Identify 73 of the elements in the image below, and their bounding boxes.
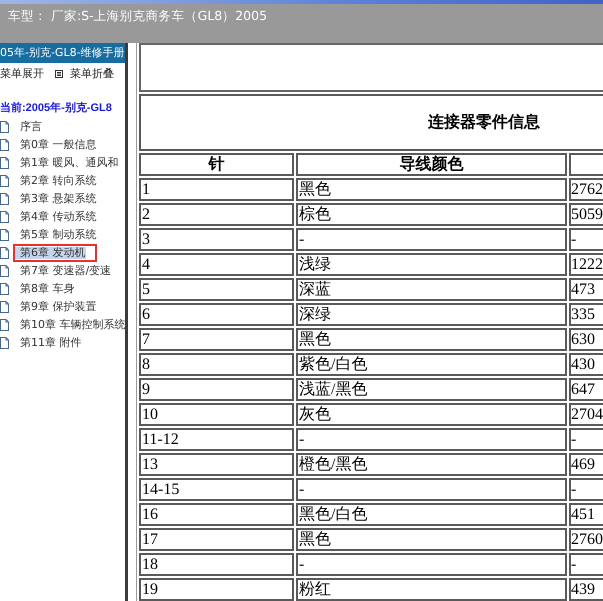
tree-item[interactable]: 第4章 传动系统 <box>13 208 108 226</box>
table-cell: 黑色 <box>296 328 567 351</box>
table-cell: - <box>569 553 603 576</box>
table-cell: 469 <box>569 453 603 476</box>
table-cell: 5059 <box>569 203 603 226</box>
tree-item[interactable]: 第7章 变速器/变速 <box>13 262 122 280</box>
table-cell: 2760 <box>569 528 603 551</box>
tree-item[interactable]: 序言 <box>13 118 53 136</box>
tree-item[interactable]: 第11章 附件 <box>13 334 92 352</box>
table-cell: 3 <box>139 228 294 251</box>
table-cell: 8 <box>139 353 294 376</box>
table-cell: 黑色 <box>296 178 567 201</box>
table-cell: - <box>569 428 603 451</box>
tree-item[interactable]: 第9章 保护装置 <box>13 298 108 316</box>
table-cell: 棕色 <box>296 203 567 226</box>
menu-toggle-link[interactable]: 菜单折叠 <box>55 67 114 81</box>
table-cell: 473 <box>569 278 603 301</box>
tree-item[interactable]: 第8章 车身 <box>13 280 86 298</box>
table-cell: 粉红 <box>296 578 567 601</box>
table-cell: 11-12 <box>139 428 294 451</box>
table-cell: - <box>296 228 567 251</box>
menu-toggle-link[interactable]: 菜单展开 <box>0 67 44 81</box>
tree-item[interactable]: 第2章 转向系统 <box>13 172 108 190</box>
table-cell: 灰色 <box>296 403 567 426</box>
current-manual-label: 当前:2005年-别克-GL8 <box>0 100 112 116</box>
table-cell: 黑色 <box>296 528 567 551</box>
table-cell: 黑色/白色 <box>296 503 567 526</box>
table-cell: 深蓝 <box>296 278 567 301</box>
table-cell: 451 <box>569 503 603 526</box>
table-cell: 2762 <box>569 178 603 201</box>
tree-item[interactable]: 第5章 制动系统 <box>13 226 108 244</box>
table-cell: 10 <box>139 403 294 426</box>
table-cell: 7 <box>139 328 294 351</box>
table-cell: - <box>296 478 567 501</box>
table-cell: 430 <box>569 353 603 376</box>
table-cell: - <box>569 478 603 501</box>
table-cell: 18 <box>139 553 294 576</box>
table-cell: 13 <box>139 453 294 476</box>
table-cell: - <box>296 428 567 451</box>
table-title: 连接器零件信息 <box>139 94 603 151</box>
tree-item[interactable]: 第3章 悬架系统 <box>13 190 108 208</box>
table-cell: 1222 <box>569 253 603 276</box>
tree-item[interactable]: 第6章 发动机 <box>13 244 96 262</box>
table-cell: 1 <box>139 178 294 201</box>
table-cell: 橙色/黑色 <box>296 453 567 476</box>
table-cell: 2704 <box>569 403 603 426</box>
table-cell: 2 <box>139 203 294 226</box>
table-cell: 630 <box>569 328 603 351</box>
table-cell: 14-15 <box>139 478 294 501</box>
table-cell: 9 <box>139 378 294 401</box>
column-header: 针 <box>139 153 294 176</box>
table-cell: 647 <box>569 378 603 401</box>
tree-item[interactable]: 第1章 暖风、通风和 <box>13 154 125 172</box>
table-cell: 4 <box>139 253 294 276</box>
tree-item[interactable]: 第10章 车辆控制系统 <box>13 316 125 334</box>
table-cell: 5 <box>139 278 294 301</box>
table-cell: 紫色/白色 <box>296 353 567 376</box>
column-header: 导线颜色 <box>296 153 567 176</box>
table-cell: 6 <box>139 303 294 326</box>
table-cell: 浅绿 <box>296 253 567 276</box>
tree-item[interactable]: 第0章 一般信息 <box>13 136 108 154</box>
table-cell: 浅蓝/黑色 <box>296 378 567 401</box>
vehicle-model-label: 车型： 厂家:S-上海别克商务车（GL8）2005 <box>8 7 268 24</box>
table-cell: 335 <box>569 303 603 326</box>
table-cell: 439 <box>569 578 603 601</box>
table-cell: - <box>296 553 567 576</box>
table-cell: 19 <box>139 578 294 601</box>
table-cell: 16 <box>139 503 294 526</box>
table-cell: 17 <box>139 528 294 551</box>
table-cell: 深绿 <box>296 303 567 326</box>
manual-title-bar: 05年-别克-GL8-维修手册 <box>0 43 125 63</box>
column-header <box>569 153 603 176</box>
table-cell: - <box>569 228 603 251</box>
